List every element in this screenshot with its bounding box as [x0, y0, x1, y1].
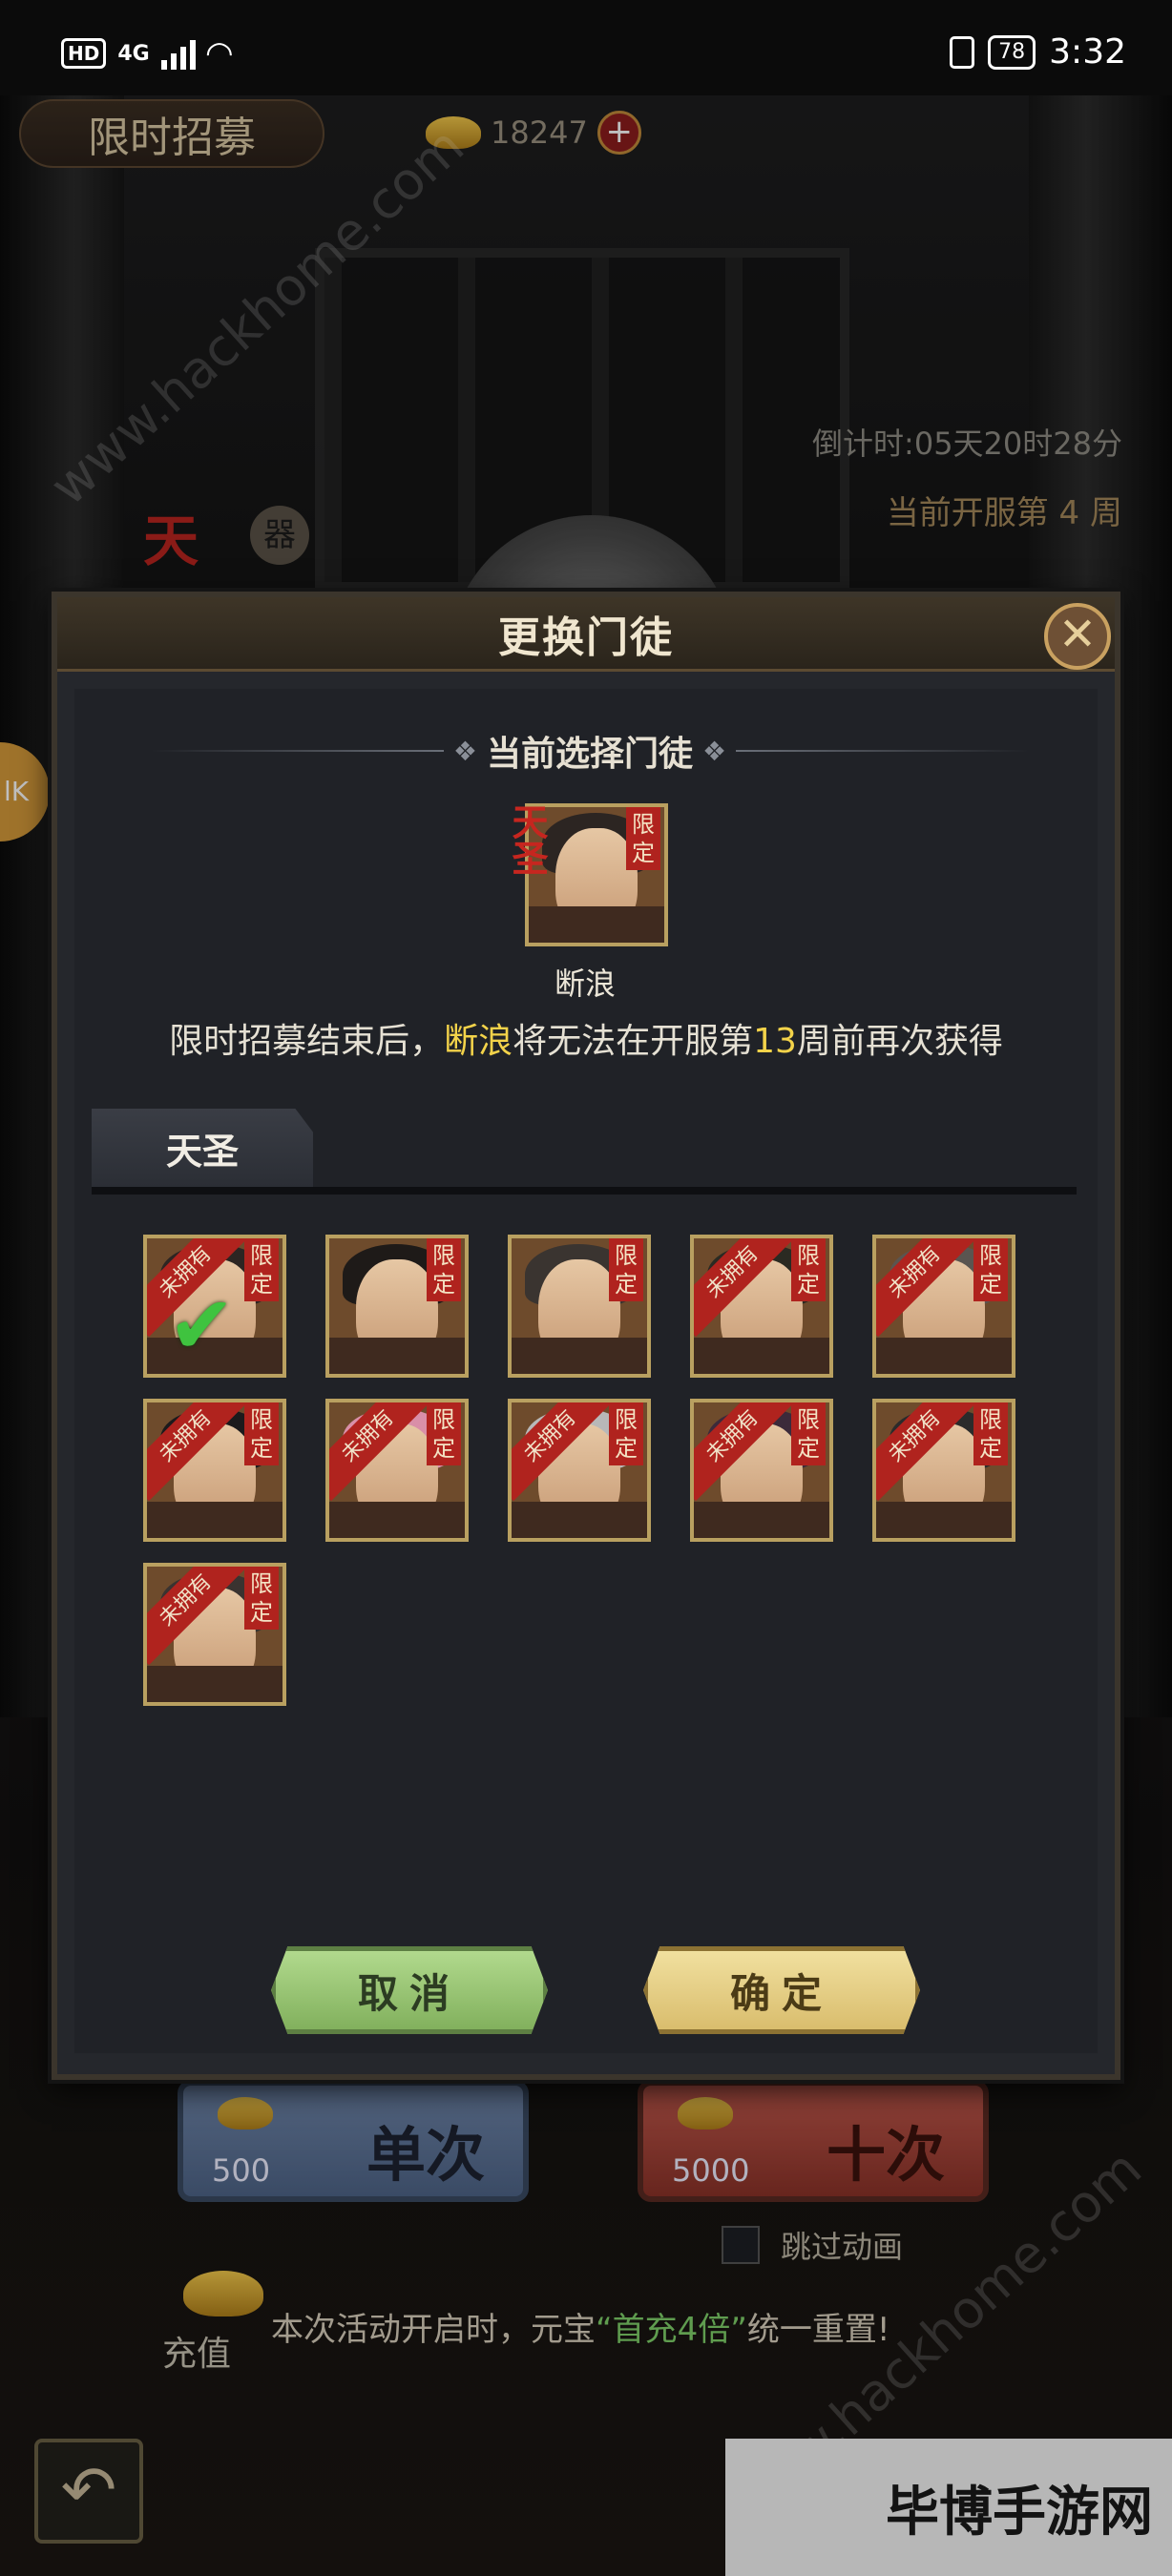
- divider-line: [736, 750, 1030, 752]
- limited-badge: 限定: [626, 807, 660, 870]
- hd-indicator: HD: [61, 38, 107, 69]
- limited-badge: 限定: [791, 1402, 826, 1465]
- info-week: 13: [753, 1022, 797, 1061]
- vibrate-icon: [950, 35, 975, 69]
- limited-badge: 限定: [973, 1238, 1008, 1301]
- portrait-robe: [512, 1502, 647, 1538]
- status-left: HD 4G ◠: [61, 34, 232, 73]
- current-selection-heading: 当前选择门徒: [487, 735, 694, 774]
- limited-badge: 限定: [973, 1402, 1008, 1465]
- limited-badge: 限定: [427, 1238, 461, 1301]
- disciple-portrait[interactable]: 限定 未拥有: [690, 1235, 833, 1378]
- selected-disciple-portrait: 限定 天圣: [506, 803, 668, 946]
- portrait-robe: [329, 1502, 465, 1538]
- wifi-icon: ◠: [206, 34, 232, 73]
- disciple-portrait[interactable]: 限定 未拥有: [508, 1399, 651, 1542]
- portrait-robe: [147, 1666, 283, 1702]
- ornament-icon: ❖: [452, 735, 477, 767]
- portrait-robe: [694, 1502, 829, 1538]
- cancel-button[interactable]: 取消: [271, 1946, 548, 2034]
- portrait-robe: [876, 1338, 1012, 1374]
- tier-tab-bar: 天圣: [92, 1109, 1077, 1195]
- signal-icon: [160, 37, 196, 70]
- limited-badge: 限定: [244, 1567, 279, 1630]
- portrait-robe: [529, 906, 664, 943]
- tab-tiansheng[interactable]: 天圣: [92, 1109, 313, 1187]
- info-mid: 将无法在开服第: [513, 1022, 754, 1061]
- limited-badge: 限定: [609, 1402, 643, 1465]
- selected-disciple-name: 断浪: [554, 966, 616, 1002]
- status-bar: HD 4G ◠ 78 3:32: [0, 0, 1172, 95]
- limited-badge: 限定: [427, 1402, 461, 1465]
- dialog-header: 更换门徒 ✕: [57, 597, 1115, 672]
- dialog-title: 更换门徒: [498, 613, 674, 662]
- limited-badge: 限定: [791, 1238, 826, 1301]
- dialog-body: ❖ 当前选择门徒 ❖ 限定 天圣 断浪 限时招募结束后，断浪将无法在开服第13周…: [74, 689, 1098, 2053]
- info-name: 断浪: [444, 1022, 513, 1061]
- disciple-portrait[interactable]: 限定: [508, 1235, 651, 1378]
- change-disciple-dialog: 更换门徒 ✕ ❖ 当前选择门徒 ❖ 限定 天圣 断浪 限时招募结束后，断浪将无法…: [52, 592, 1120, 2080]
- checkmark-icon: ✔: [168, 1278, 236, 1372]
- disciple-portrait[interactable]: 限定 未拥有: [872, 1399, 1015, 1542]
- info-text: 限时招募结束后，断浪将无法在开服第13周前再次获得: [74, 1013, 1098, 1063]
- limited-badge: 限定: [609, 1238, 643, 1301]
- disciple-portrait[interactable]: 限定 未拥有: [690, 1399, 833, 1542]
- status-right: 78 3:32: [950, 32, 1126, 72]
- ornament-icon: ❖: [702, 735, 727, 767]
- tier-tag: 天圣: [506, 803, 548, 876]
- disciple-portrait[interactable]: 限定 未拥有: [143, 1399, 286, 1542]
- disciple-grid: 限定 未拥有 ✔ 限定 限定 限定 未拥有 限定 未拥有 限定 未拥有 限定 未拥有 限定 未拥有 限定 未拥有…: [143, 1235, 1040, 1706]
- portrait-robe: [329, 1338, 465, 1374]
- clock: 3:32: [1049, 32, 1126, 72]
- disciple-portrait[interactable]: 限定 未拥有: [325, 1399, 469, 1542]
- portrait-robe: [876, 1502, 1012, 1538]
- network-type: 4G: [117, 41, 150, 66]
- portrait-robe: [694, 1338, 829, 1374]
- confirm-button[interactable]: 确定: [643, 1946, 920, 2034]
- disciple-portrait[interactable]: 限定: [325, 1235, 469, 1378]
- info-suffix: 周前再次获得: [796, 1022, 1003, 1061]
- divider-line: [151, 750, 444, 752]
- close-icon[interactable]: ✕: [1044, 603, 1111, 670]
- portrait-robe: [512, 1338, 647, 1374]
- limited-badge: 限定: [244, 1238, 279, 1301]
- limited-badge: 限定: [244, 1402, 279, 1465]
- disciple-portrait[interactable]: 限定 未拥有: [143, 1563, 286, 1706]
- info-prefix: 限时招募结束后，: [169, 1022, 445, 1061]
- disciple-portrait[interactable]: 限定 未拥有 ✔: [143, 1235, 286, 1378]
- section-heading: ❖ 当前选择门徒 ❖: [151, 727, 1030, 775]
- disciple-portrait[interactable]: 限定 未拥有: [872, 1235, 1015, 1378]
- portrait-robe: [147, 1502, 283, 1538]
- battery-icon: 78: [988, 34, 1036, 70]
